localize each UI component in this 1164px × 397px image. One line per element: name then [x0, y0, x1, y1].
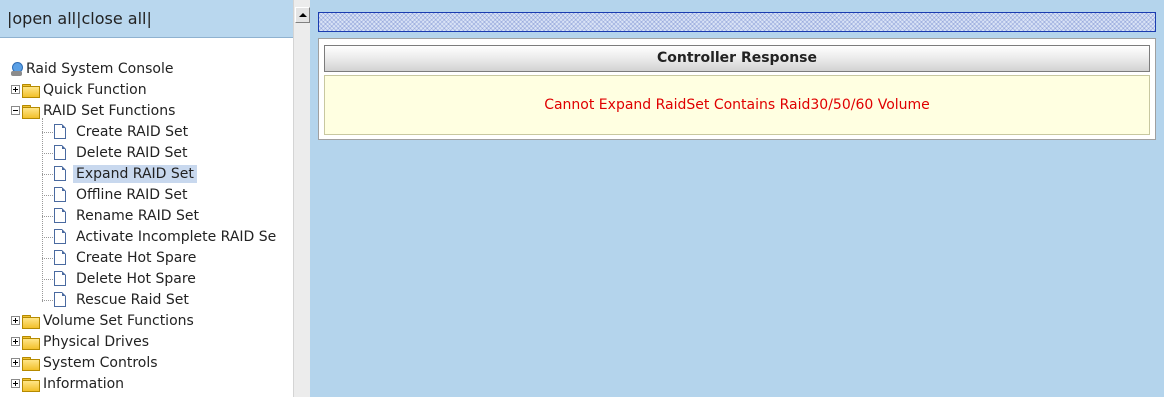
document-icon: [54, 145, 66, 160]
document-icon: [54, 208, 66, 223]
expand-icon[interactable]: [11, 337, 20, 346]
tree-item-label: Create RAID Set: [76, 123, 189, 140]
tree-item-activate-incomplete-raid-set[interactable]: Activate Incomplete RAID Se: [54, 226, 279, 247]
tree-item-label: Activate Incomplete RAID Se: [76, 228, 277, 245]
tree-item-raid-set-functions[interactable]: RAID Set Functions: [11, 100, 178, 121]
tree-item-create-hot-spare[interactable]: Create Hot Spare: [54, 247, 199, 268]
tree-item-rename-raid-set[interactable]: Rename RAID Set: [54, 205, 202, 226]
tree-item-offline-raid-set[interactable]: Offline RAID Set: [54, 184, 190, 205]
expand-icon[interactable]: [11, 379, 20, 388]
console-icon: [11, 61, 23, 76]
tree-item-rescue-raid-set[interactable]: Rescue Raid Set: [54, 289, 192, 310]
navigation-frame: |open all|close all| Raid System Console…: [0, 0, 310, 397]
folder-open-icon: [22, 104, 40, 119]
tree-item-label: Volume Set Functions: [43, 312, 194, 329]
folder-icon: [22, 314, 40, 329]
tree-item-expand-raid-set[interactable]: Expand RAID Set: [54, 163, 197, 184]
tree-item-label: Rename RAID Set: [76, 207, 199, 224]
tree-item-system-controls[interactable]: System Controls: [11, 352, 161, 373]
expand-icon[interactable]: [11, 358, 20, 367]
open-all-link[interactable]: open all: [12, 9, 76, 28]
tree-item-label: Create Hot Spare: [76, 249, 197, 266]
controller-response-panel: Controller Response Cannot Expand RaidSe…: [318, 38, 1156, 140]
document-icon: [54, 292, 66, 307]
document-icon: [54, 166, 66, 181]
tree-connector: [42, 118, 43, 302]
tree-item-label: Quick Function: [43, 81, 147, 98]
tree-scrollbar[interactable]: [293, 0, 310, 397]
tree-item-delete-hot-spare[interactable]: Delete Hot Spare: [54, 268, 199, 289]
folder-icon: [22, 356, 40, 371]
tree-item-label: Rescue Raid Set: [76, 291, 189, 308]
tree-item-label: System Controls: [43, 354, 158, 371]
folder-icon: [22, 83, 40, 98]
folder-icon: [22, 335, 40, 350]
tree-item-label: Offline RAID Set: [76, 186, 188, 203]
collapse-icon[interactable]: [11, 106, 20, 115]
tree-item-physical-drives[interactable]: Physical Drives: [11, 331, 152, 352]
document-icon: [54, 250, 66, 265]
close-all-link[interactable]: close all: [82, 9, 147, 28]
tree-item-quick-function[interactable]: Quick Function: [11, 79, 150, 100]
controller-response-header: Controller Response: [324, 45, 1150, 72]
document-icon: [54, 229, 66, 244]
controller-response-message: Cannot Expand RaidSet Contains Raid30/50…: [324, 75, 1150, 135]
tree-item-delete-raid-set[interactable]: Delete RAID Set: [54, 142, 191, 163]
tree-item-label: Expand RAID Set: [73, 164, 197, 183]
document-icon: [54, 187, 66, 202]
tree-item-label: RAID Set Functions: [43, 102, 176, 119]
document-icon: [54, 124, 66, 139]
tree-item-volume-set-functions[interactable]: Volume Set Functions: [11, 310, 197, 331]
tree-item-label: Physical Drives: [43, 333, 150, 350]
navigation-tree: Raid System Console Quick Function RAID …: [0, 38, 293, 397]
tree-item-label: Delete Hot Spare: [76, 270, 196, 287]
expand-icon[interactable]: [11, 85, 20, 94]
content-top-strip: [318, 12, 1156, 32]
expand-icon[interactable]: [11, 316, 20, 325]
scroll-up-arrow-icon[interactable]: [295, 7, 310, 23]
tree-root-label: Raid System Console: [26, 60, 174, 77]
tree-root[interactable]: Raid System Console: [11, 58, 176, 79]
tree-item-information[interactable]: Information: [11, 373, 127, 394]
tree-item-label: Delete RAID Set: [76, 144, 188, 161]
tree-toolbar: |open all|close all|: [0, 0, 293, 38]
tree-item-label: Information: [43, 375, 125, 392]
document-icon: [54, 271, 66, 286]
folder-icon: [22, 377, 40, 392]
tree-item-create-raid-set[interactable]: Create RAID Set: [54, 121, 191, 142]
